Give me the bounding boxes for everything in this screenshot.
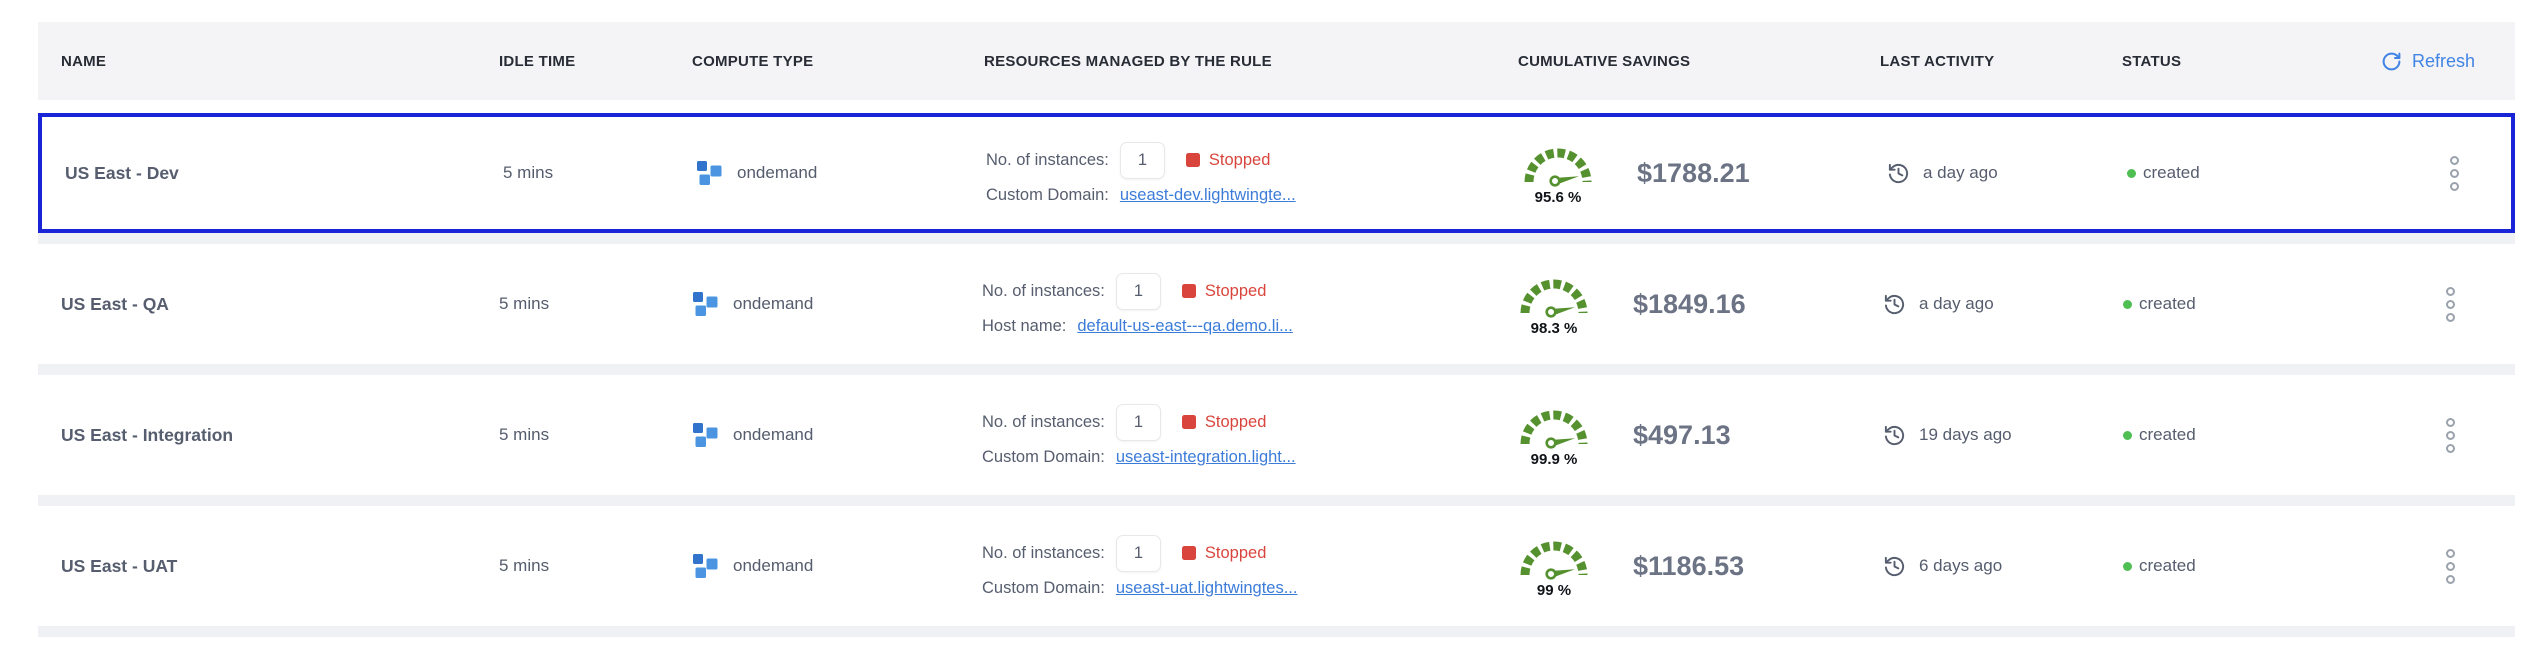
status-value: created (2139, 556, 2196, 576)
savings-percent: 98.3 % (1531, 320, 1578, 337)
savings-amount: $1849.16 (1633, 289, 1746, 320)
gauge-dial-icon (1518, 534, 1590, 580)
compute-type-icon (696, 160, 723, 187)
gauge-dial-icon (1518, 403, 1590, 449)
column-header-compute-type: COMPUTE TYPE (690, 53, 982, 70)
status-dot-icon (2127, 169, 2136, 178)
column-header-last-activity: LAST ACTIVITY (1879, 53, 2120, 70)
history-icon (1883, 293, 1906, 316)
refresh-icon (2381, 51, 2402, 72)
table-header: NAME IDLE TIME COMPUTE TYPE RESOURCES MA… (38, 22, 2515, 100)
rule-name: US East - QA (61, 294, 169, 315)
savings-gauge: 99 % (1515, 534, 1593, 599)
savings-gauge: 99.9 % (1515, 403, 1593, 468)
stopped-state-icon (1186, 153, 1200, 167)
status-value: created (2139, 425, 2196, 445)
instance-count-badge: 1 (1120, 142, 1165, 179)
stopped-state-icon (1182, 546, 1196, 560)
status-value: created (2143, 163, 2200, 183)
status-dot-icon (2123, 431, 2132, 440)
domain-label: Custom Domain: (986, 186, 1109, 205)
instance-count-badge: 1 (1116, 273, 1161, 310)
instance-state: Stopped (1209, 151, 1270, 170)
instance-state: Stopped (1205, 544, 1266, 563)
instance-count-badge: 1 (1116, 535, 1161, 572)
savings-percent: 99.9 % (1531, 451, 1578, 468)
status-value: created (2139, 294, 2196, 314)
table-body: US East - Dev 5 mins ondemand No. of ins… (38, 113, 2515, 637)
column-header-name: NAME (38, 53, 495, 70)
rules-table: NAME IDLE TIME COMPUTE TYPE RESOURCES MA… (38, 22, 2515, 637)
instance-count-badge: 1 (1116, 404, 1161, 441)
instances-label: No. of instances: (982, 413, 1105, 432)
savings-amount: $497.13 (1633, 420, 1731, 451)
row-menu-button[interactable] (2442, 283, 2459, 326)
compute-type-icon (692, 291, 719, 318)
idle-time-value: 5 mins (499, 556, 549, 576)
idle-time-value: 5 mins (499, 425, 549, 445)
last-activity-value: 19 days ago (1919, 425, 2012, 445)
rule-name: US East - Dev (65, 163, 179, 184)
instances-label: No. of instances: (986, 151, 1109, 170)
rule-name: US East - UAT (61, 556, 177, 577)
stopped-state-icon (1182, 284, 1196, 298)
domain-link[interactable]: useast-integration.light... (1116, 448, 1296, 467)
savings-percent: 95.6 % (1535, 189, 1582, 206)
compute-type-icon (692, 553, 719, 580)
domain-link[interactable]: useast-dev.lightwingte... (1120, 186, 1296, 205)
idle-time-value: 5 mins (503, 163, 553, 183)
idle-time-value: 5 mins (499, 294, 549, 314)
domain-label: Host name: (982, 317, 1066, 336)
gauge-dial-icon (1522, 141, 1594, 187)
history-icon (1887, 162, 1910, 185)
savings-gauge: 95.6 % (1519, 141, 1597, 206)
instances-label: No. of instances: (982, 544, 1105, 563)
table-row[interactable]: US East - UAT 5 mins ondemand No. of ins… (38, 506, 2515, 626)
row-menu-button[interactable] (2442, 414, 2459, 457)
status-dot-icon (2123, 562, 2132, 571)
domain-label: Custom Domain: (982, 448, 1105, 467)
column-header-savings: CUMULATIVE SAVINGS (1515, 53, 1879, 70)
compute-type-value: ondemand (733, 425, 813, 445)
compute-type-icon (692, 422, 719, 449)
refresh-label: Refresh (2412, 51, 2475, 72)
last-activity-value: 6 days ago (1919, 556, 2002, 576)
domain-link[interactable]: useast-uat.lightwingtes... (1116, 579, 1298, 598)
compute-type-value: ondemand (733, 294, 813, 314)
domain-label: Custom Domain: (982, 579, 1105, 598)
row-menu-button[interactable] (2446, 152, 2463, 195)
domain-link[interactable]: default-us-east---qa.demo.li... (1077, 317, 1293, 336)
table-row[interactable]: US East - Integration 5 mins ondemand No… (38, 375, 2515, 495)
savings-amount: $1186.53 (1633, 551, 1744, 582)
history-icon (1883, 424, 1906, 447)
savings-amount: $1788.21 (1637, 158, 1750, 189)
row-menu-button[interactable] (2442, 545, 2459, 588)
column-header-resources: RESOURCES MANAGED BY THE RULE (982, 53, 1515, 70)
table-row[interactable]: US East - Dev 5 mins ondemand No. of ins… (38, 113, 2515, 233)
savings-percent: 99 % (1537, 582, 1571, 599)
last-activity-value: a day ago (1919, 294, 1994, 314)
history-icon (1883, 555, 1906, 578)
refresh-button[interactable]: Refresh (2381, 51, 2475, 72)
rule-name: US East - Integration (61, 425, 233, 446)
instances-label: No. of instances: (982, 282, 1105, 301)
instance-state: Stopped (1205, 282, 1266, 301)
savings-gauge: 98.3 % (1515, 272, 1593, 337)
gauge-dial-icon (1518, 272, 1590, 318)
compute-type-value: ondemand (733, 556, 813, 576)
status-dot-icon (2123, 300, 2132, 309)
last-activity-value: a day ago (1923, 163, 1998, 183)
stopped-state-icon (1182, 415, 1196, 429)
instance-state: Stopped (1205, 413, 1266, 432)
table-row[interactable]: US East - QA 5 mins ondemand No. of inst… (38, 244, 2515, 364)
compute-type-value: ondemand (737, 163, 817, 183)
column-header-idle-time: IDLE TIME (495, 53, 690, 70)
column-header-status: STATUS (2120, 53, 2345, 70)
